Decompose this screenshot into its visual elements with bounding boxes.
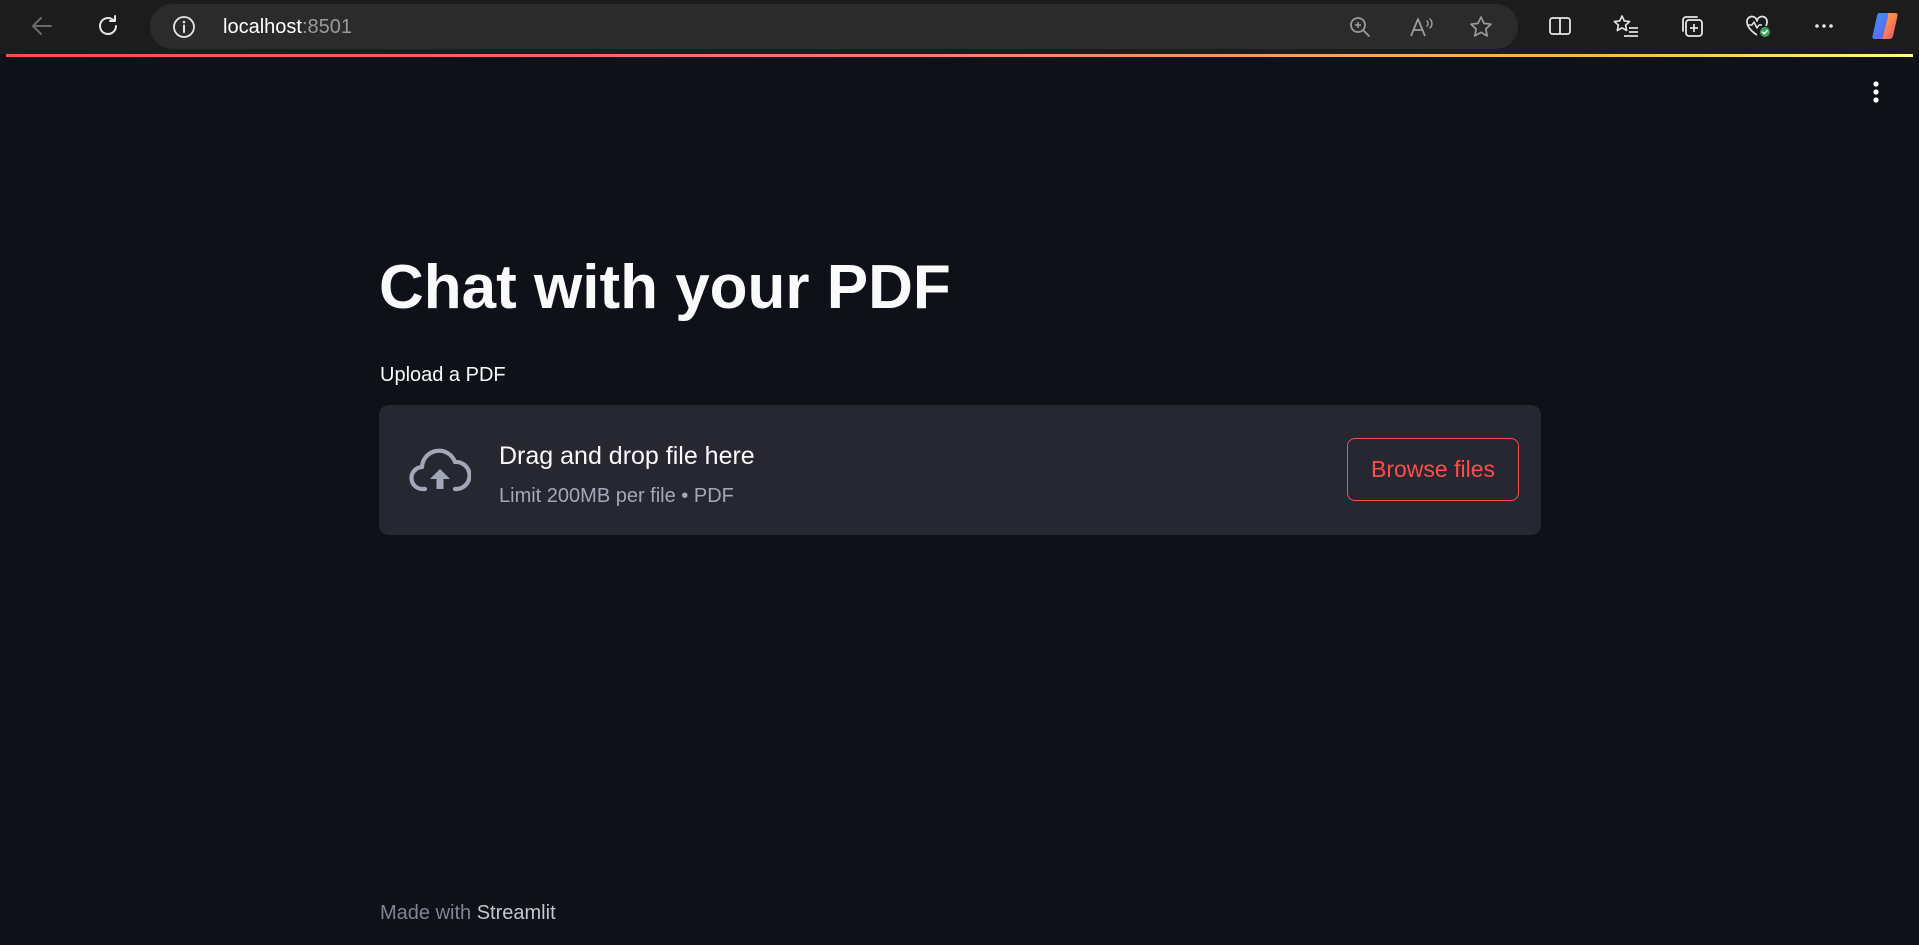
vertical-ellipsis-icon [1873,81,1879,103]
upload-label: Upload a PDF [380,364,506,386]
read-aloud-icon [1410,18,1433,37]
url-text[interactable]: localhost:8501 [223,16,352,38]
cloud-upload-icon [409,448,471,492]
back-button[interactable] [22,6,62,46]
page-title: Chat with your PDF [379,253,951,322]
split-screen-icon [1549,17,1571,35]
app-main: Chat with your PDF Upload a PDF Drag and… [6,57,1913,945]
read-aloud-button[interactable] [1408,14,1434,40]
refresh-icon [99,15,117,35]
collections-icon [1682,16,1703,37]
footer-prefix: Made with [380,902,477,924]
split-screen-button[interactable] [1540,6,1580,46]
zoom-in-icon [1350,17,1370,37]
ellipsis-icon [1815,24,1833,28]
star-icon [1470,16,1492,37]
favorite-button[interactable] [1468,14,1494,40]
file-dropzone[interactable]: Drag and drop file here Limit 200MB per … [379,405,1541,535]
info-icon [173,16,195,38]
heart-pulse-icon [1746,15,1770,37]
footer: Made with Streamlit [380,901,556,925]
streamlit-link[interactable]: Streamlit [477,902,556,924]
arrow-left-icon [32,17,52,35]
collections-button[interactable] [1672,6,1712,46]
url-host: localhost [223,16,302,38]
more-button[interactable] [1804,6,1844,46]
browser-toolbar: localhost:8501 [0,0,1919,54]
refresh-button[interactable] [88,6,128,46]
app-menu-button[interactable] [1864,77,1888,107]
favorites-list-icon [1613,15,1638,37]
copilot-icon [1872,13,1898,39]
copilot-button[interactable] [1866,6,1906,46]
browser-essentials-button[interactable] [1738,6,1778,46]
drop-instruction: Drag and drop file here [499,442,755,470]
file-limit-text: Limit 200MB per file • PDF [499,485,734,507]
url-port: :8501 [301,16,352,38]
favorites-button[interactable] [1606,6,1646,46]
site-info-button[interactable] [172,15,196,39]
zoom-button[interactable] [1347,14,1373,40]
browse-files-button[interactable]: Browse files [1347,438,1519,501]
address-bar[interactable]: localhost:8501 [150,4,1518,49]
